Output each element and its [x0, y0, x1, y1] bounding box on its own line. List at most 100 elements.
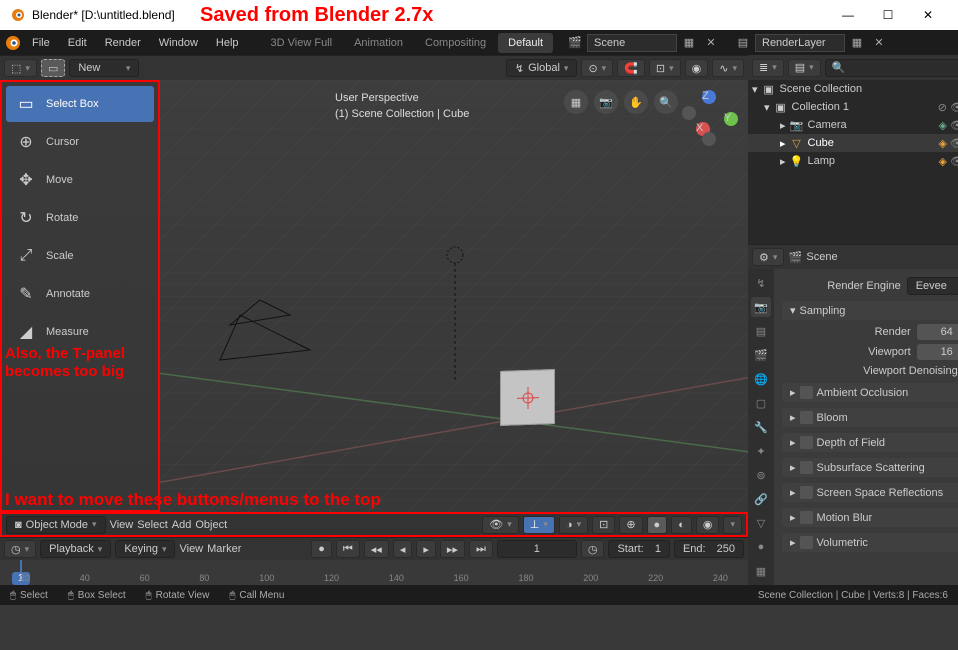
workspace-tab[interactable]: 3D View Full — [261, 33, 343, 53]
visibility-button[interactable]: 👁▾ — [482, 516, 519, 534]
outliner-tree[interactable]: ▾ ▣Scene Collection ▾ ▣Collection 1⊘👁📷 ▸… — [748, 80, 958, 244]
tool-scale[interactable]: ⤢Scale — [6, 238, 154, 274]
vol-checkbox[interactable] — [800, 536, 813, 549]
viewport-canvas[interactable]: User Perspective (1) Scene Collection | … — [160, 80, 748, 512]
jump-start-button[interactable]: ⏮ — [336, 540, 360, 558]
sampling-panel[interactable]: ▾ Sampling — [782, 301, 958, 320]
snap-button[interactable]: 🧲 — [617, 59, 645, 77]
eye-icon[interactable]: 👁 — [950, 137, 958, 150]
eye-icon[interactable]: 👁 — [950, 155, 958, 168]
key-prev-button[interactable]: ◂◂ — [364, 540, 389, 558]
tab-particle[interactable]: ✦ — [751, 441, 771, 461]
maximize-button[interactable]: ☐ — [868, 8, 908, 22]
timeline-type-button[interactable]: ◷▾ — [4, 540, 36, 558]
mb-checkbox[interactable] — [800, 511, 813, 524]
tab-output[interactable]: 📷 — [751, 297, 771, 317]
tool-annotate[interactable]: ✎Annotate — [6, 276, 154, 312]
editor-type-button[interactable]: ⬚▾ — [4, 59, 37, 77]
footer-menu-add[interactable]: Add — [172, 519, 192, 531]
blender-logo-icon[interactable] — [4, 34, 22, 52]
shading-lookdev-button[interactable]: ◐ — [671, 516, 692, 534]
key-next-button[interactable]: ▸▸ — [440, 540, 465, 558]
tab-scene[interactable]: 🎬 — [751, 345, 771, 365]
autokey-button[interactable]: ● — [311, 540, 332, 558]
prop-falloff-button[interactable]: ∿▾ — [712, 59, 744, 77]
tab-modifier[interactable]: 🔧 — [751, 417, 771, 437]
jump-end-button[interactable]: ⏭ — [469, 540, 493, 558]
render-samples-input[interactable]: 64 — [917, 324, 958, 340]
panel-ssr[interactable]: ▸ Screen Space Reflections — [782, 483, 958, 502]
tool-rotate[interactable]: ↻Rotate — [6, 200, 154, 236]
gizmo-button[interactable]: ⊥▾ — [523, 516, 555, 534]
tab-material[interactable]: ● — [751, 537, 771, 557]
panel-ao[interactable]: ▸ Ambient Occlusion — [782, 383, 958, 402]
props-type-button[interactable]: ⚙▾ — [752, 248, 784, 266]
data-icon[interactable]: ◈ — [939, 155, 947, 168]
menu-edit[interactable]: Edit — [60, 33, 95, 53]
panel-bloom[interactable]: ▸ Bloom — [782, 408, 958, 427]
menu-render[interactable]: Render — [97, 33, 149, 53]
browse-rl-icon[interactable]: ▦ — [847, 34, 867, 52]
current-frame-input[interactable]: 1 — [497, 540, 577, 558]
eye-icon[interactable]: 👁 — [950, 101, 958, 114]
disable-icon[interactable]: ⊘ — [938, 101, 947, 114]
tool-move[interactable]: ✥Move — [6, 162, 154, 198]
shading-wire-button[interactable]: ⊕ — [619, 516, 642, 534]
snap-type-button[interactable]: ⊡▾ — [649, 59, 681, 77]
ao-checkbox[interactable] — [800, 386, 813, 399]
workspace-tab[interactable]: Animation — [344, 33, 413, 53]
panel-motionblur[interactable]: ▸ Motion Blur — [782, 508, 958, 527]
minimize-button[interactable]: — — [828, 8, 868, 22]
tool-select-box[interactable]: ▭Select Box — [6, 86, 154, 122]
end-frame-input[interactable]: End: 250 — [674, 540, 744, 558]
y-axis-icon[interactable]: Y — [724, 112, 738, 126]
shading-solid-button[interactable]: ● — [647, 516, 668, 534]
xray-button[interactable]: ⊡ — [592, 516, 615, 534]
tab-viewlayer[interactable]: ▤ — [751, 321, 771, 341]
tab-texture[interactable]: ▦ — [751, 561, 771, 581]
bloom-checkbox[interactable] — [800, 411, 813, 424]
tool-cursor[interactable]: ⊕Cursor — [6, 124, 154, 160]
pivot-button[interactable]: ⊙▾ — [581, 59, 613, 77]
tab-constraint[interactable]: 🔗 — [751, 489, 771, 509]
clock-icon[interactable]: ◷ — [581, 540, 605, 558]
tab-render[interactable]: ↯ — [751, 273, 771, 293]
pan-icon[interactable]: ✋ — [624, 90, 648, 114]
prop-edit-button[interactable]: ◉ — [685, 59, 709, 77]
start-frame-input[interactable]: Start: 1 — [608, 540, 669, 558]
close-scene-icon[interactable]: ✕ — [701, 34, 721, 52]
neg-axis-icon[interactable] — [702, 132, 716, 146]
data-icon[interactable]: ◈ — [939, 137, 947, 150]
play-rev-button[interactable]: ◂ — [393, 540, 413, 558]
tree-collection[interactable]: ▾ ▣Collection 1⊘👁📷 — [748, 98, 958, 116]
overlay-button[interactable]: ◑▾ — [559, 516, 588, 534]
play-button[interactable]: ▸ — [416, 540, 436, 558]
scene-input[interactable] — [587, 34, 677, 52]
menu-window[interactable]: Window — [151, 33, 206, 53]
menu-file[interactable]: File — [24, 33, 58, 53]
view-camera-icon[interactable]: 📷 — [594, 90, 618, 114]
panel-volumetric[interactable]: ▸ Volumetric — [782, 533, 958, 552]
tab-object[interactable]: ▢ — [751, 393, 771, 413]
data-icon[interactable]: ◈ — [939, 119, 947, 132]
close-rl-icon[interactable]: ✕ — [869, 34, 889, 52]
engine-dropdown[interactable]: Eevee▾ — [907, 277, 958, 295]
browse-scene-icon[interactable]: ▦ — [679, 34, 699, 52]
tree-scene-collection[interactable]: ▾ ▣Scene Collection — [748, 80, 958, 98]
close-button[interactable]: ✕ — [908, 8, 948, 22]
view-camera-icon[interactable]: ▦ — [564, 90, 588, 114]
tool-measure[interactable]: ◢Measure — [6, 314, 154, 350]
tab-data[interactable]: ▽ — [751, 513, 771, 533]
zoom-icon[interactable]: 🔍 — [654, 90, 678, 114]
dof-checkbox[interactable] — [800, 436, 813, 449]
renderlayer-input[interactable] — [755, 34, 845, 52]
workspace-tab-active[interactable]: Default — [498, 33, 553, 53]
tree-cube[interactable]: ▸ ▽Cube◈👁📷 — [748, 134, 958, 152]
neg-axis-icon[interactable] — [682, 106, 696, 120]
shading-rendered-button[interactable]: ◉ — [696, 516, 720, 534]
footer-menu-object[interactable]: Object — [195, 519, 227, 531]
timeline-canvas[interactable]: 1 204060 80100120 140160180 200220240 — [0, 560, 748, 585]
tab-world[interactable]: 🌐 — [751, 369, 771, 389]
footer-menu-view[interactable]: View — [110, 519, 134, 531]
tree-camera[interactable]: ▸ 📷Camera◈👁📷 — [748, 116, 958, 134]
